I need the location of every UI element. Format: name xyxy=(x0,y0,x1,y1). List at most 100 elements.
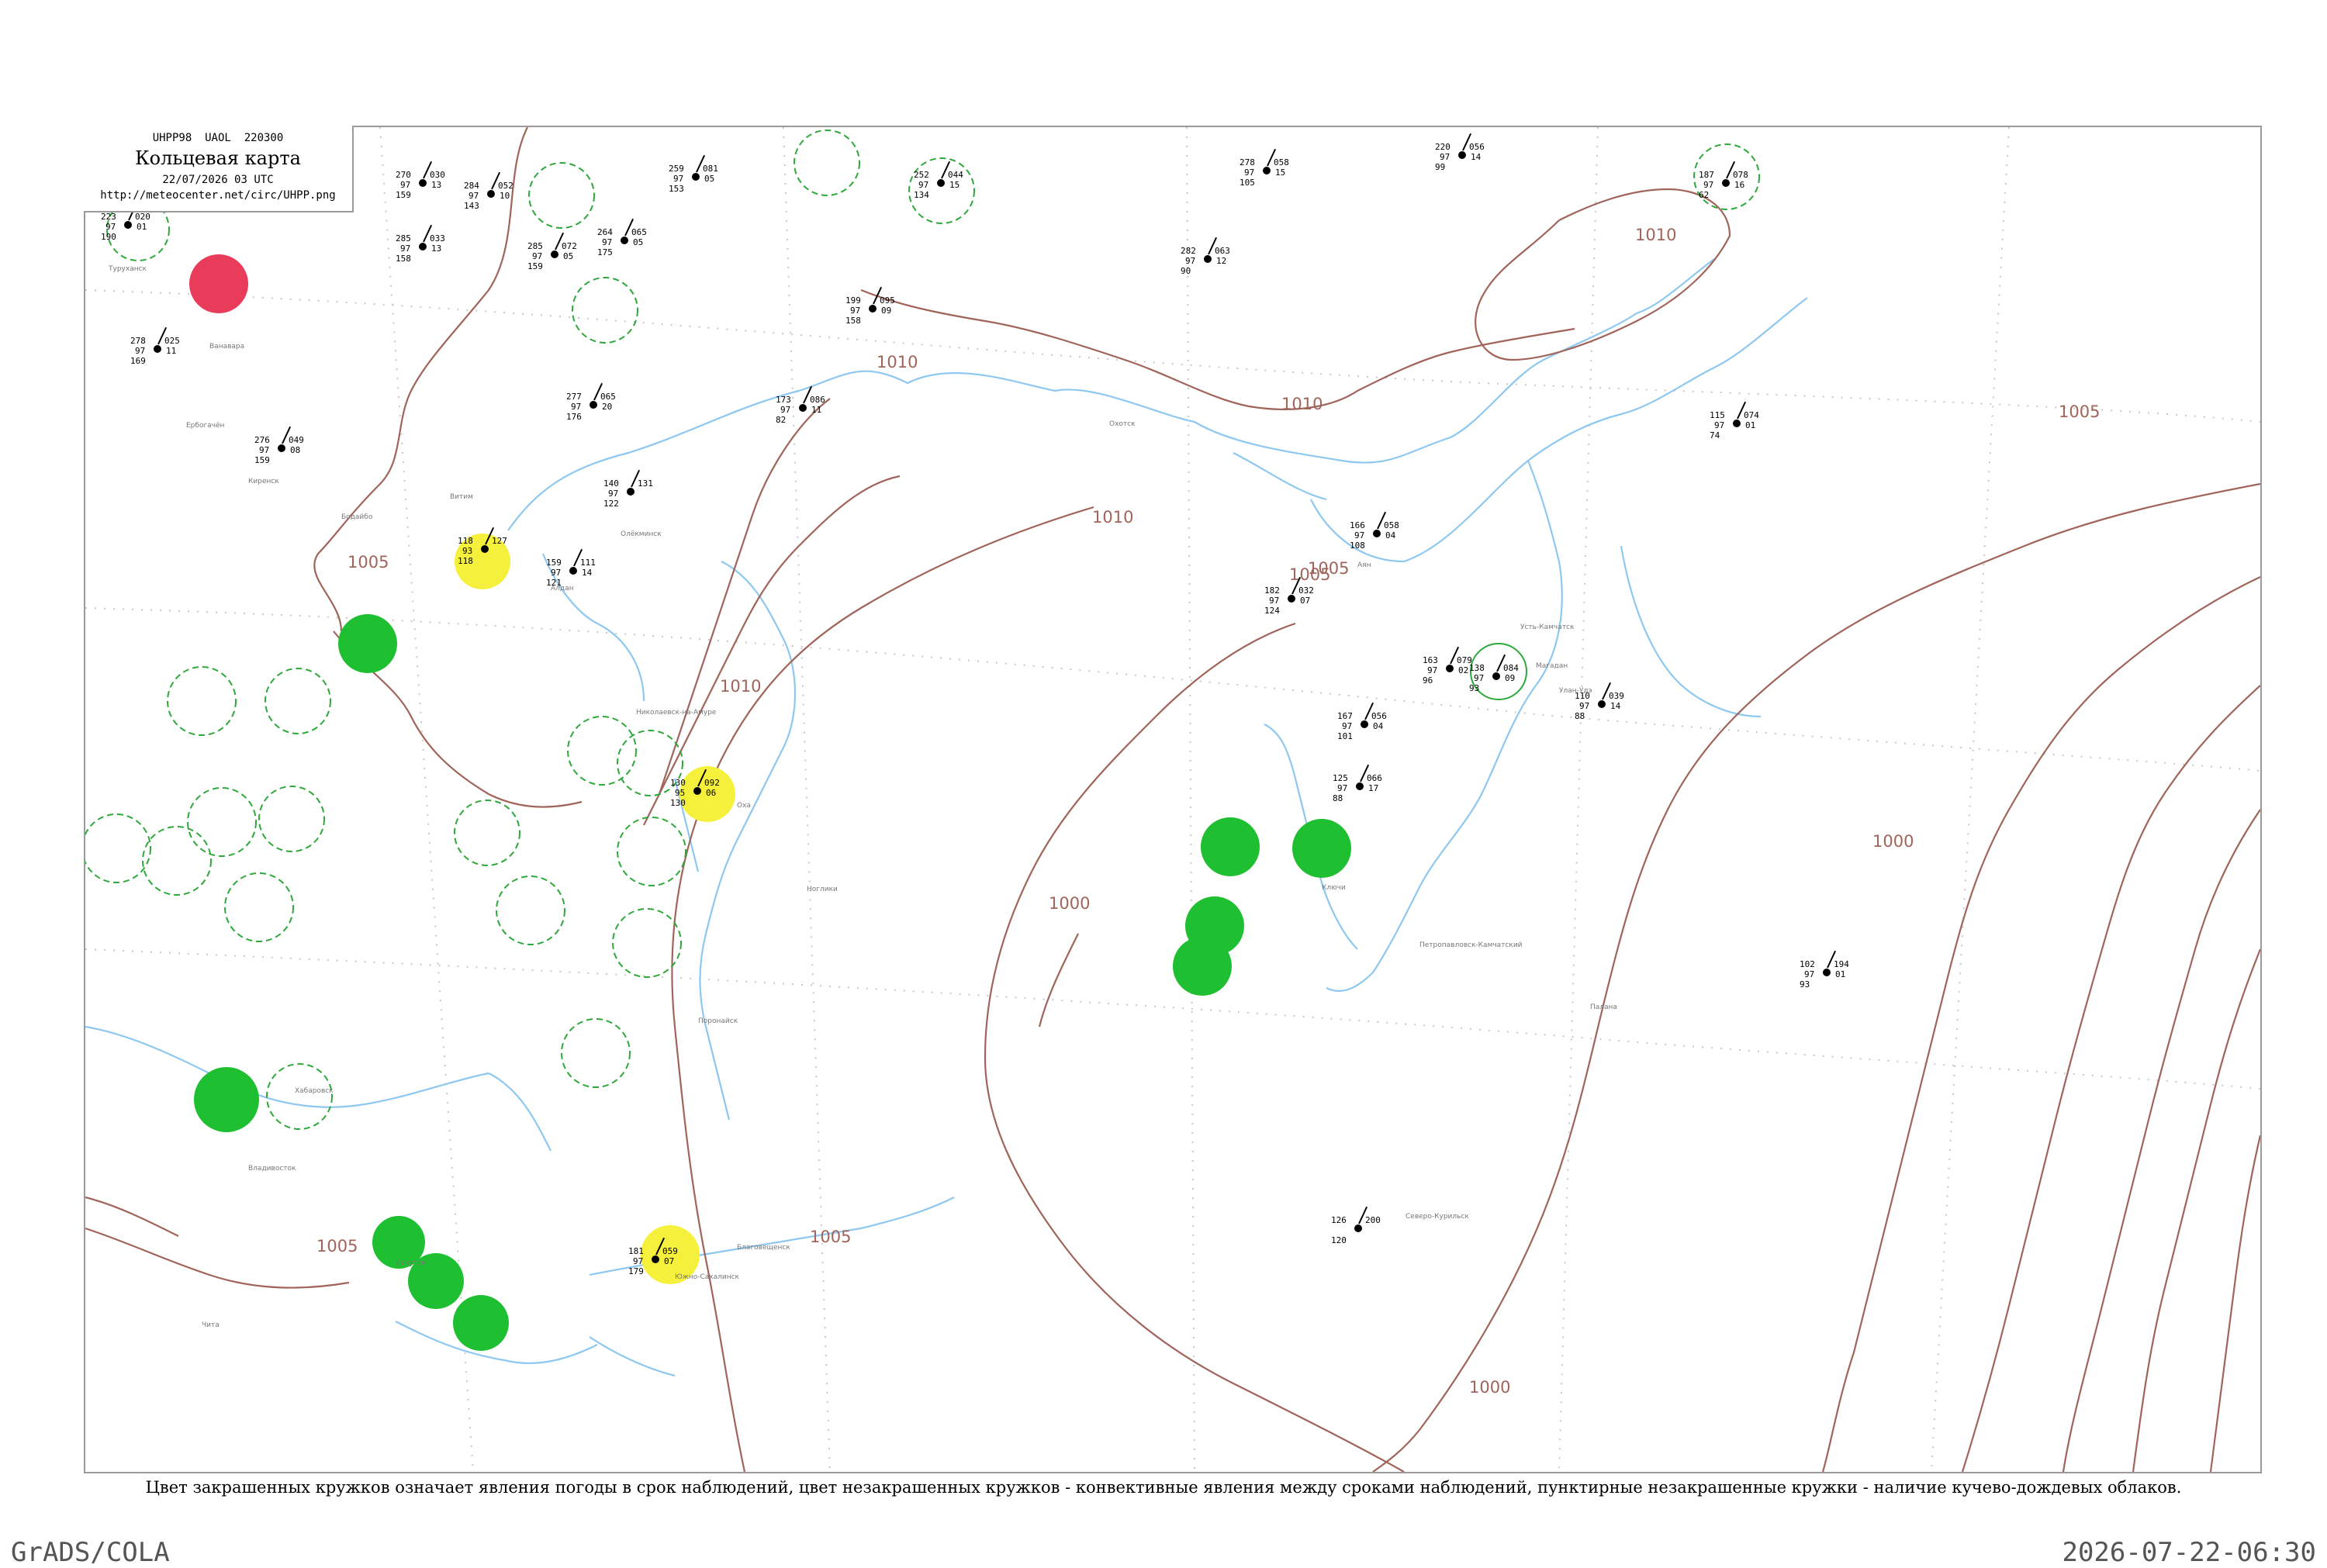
station-name-label: Улан-Удэ xyxy=(1559,687,1592,695)
station-name-label: Палана xyxy=(1590,1003,1617,1011)
station-temp: 285 xyxy=(527,241,543,251)
station-model: 278 058 97 105 15 xyxy=(1240,148,1309,205)
cloud-cover-icon xyxy=(1823,969,1831,976)
station-tendency: 14 xyxy=(1471,152,1482,162)
station-dewpoint: 93 xyxy=(1469,683,1480,693)
bulletin-code: UHPP98 UAOL 220300 xyxy=(152,132,284,144)
station-pressure: 059 xyxy=(662,1246,678,1256)
cloud-cover-icon xyxy=(419,179,427,187)
station-dewpoint: 175 xyxy=(597,247,613,257)
station-tendency: 20 xyxy=(602,402,613,412)
station-temp: 278 xyxy=(1240,157,1255,168)
station-pressure: 056 xyxy=(1371,711,1387,721)
station-dewpoint: 118 xyxy=(458,556,473,566)
station-temp: 220 xyxy=(1435,142,1450,152)
station-pressure: 020 xyxy=(135,212,150,222)
station-models-layer: 223 020 97 190 01 284 052 97 143 10 270 030 97 159 13 2… xyxy=(85,127,2260,1472)
station-temp: 187 xyxy=(1699,170,1714,180)
station-code: 97 xyxy=(532,251,543,261)
station-dewpoint: 99 xyxy=(1435,162,1446,172)
station-code: 97 xyxy=(105,222,116,232)
station-name-label: Ноглики xyxy=(807,886,838,893)
cloud-cover-icon xyxy=(487,190,495,198)
station-name-label: Южно-Сахалинск xyxy=(675,1273,739,1281)
cloud-cover-icon xyxy=(1722,179,1730,187)
cloud-cover-icon xyxy=(1361,720,1368,728)
map-url[interactable]: http://meteocenter.net/circ/UHPP.png xyxy=(84,189,352,202)
station-model: 282 063 97 90 12 xyxy=(1181,237,1250,293)
cloud-cover-icon xyxy=(1598,700,1606,708)
station-tendency: 07 xyxy=(1300,596,1311,606)
station-temp: 277 xyxy=(566,392,582,402)
map-date: 22/07/2026 03 UTC xyxy=(162,174,274,186)
station-model: 115 074 97 74 01 xyxy=(1710,401,1779,458)
station-name-label: Иркутск xyxy=(396,1259,426,1267)
cloud-cover-icon xyxy=(627,488,634,496)
station-dewpoint: 130 xyxy=(670,798,686,808)
station-model: 264 065 97 175 05 xyxy=(597,218,667,275)
station-model: 138 084 97 93 09 xyxy=(1469,654,1539,710)
station-pressure: 058 xyxy=(1274,157,1289,168)
station-temp: 115 xyxy=(1710,410,1725,420)
station-pressure: 025 xyxy=(164,336,180,346)
station-dewpoint: 159 xyxy=(527,261,543,271)
map-area: 1010 1010 1010 1010 1005 1005 1005 1005 … xyxy=(84,126,2262,1473)
station-name-label: Владивосток xyxy=(248,1165,296,1173)
station-pressure: 074 xyxy=(1744,410,1759,420)
station-tendency: 14 xyxy=(1610,701,1621,711)
station-tendency: 06 xyxy=(706,788,717,798)
station-model: 259 081 97 153 05 xyxy=(669,154,738,211)
map-header: UHPP98 UAOL 220300 Кольцевая карта 22/07… xyxy=(84,126,354,212)
station-pressure: 058 xyxy=(1384,520,1399,530)
station-dewpoint: 134 xyxy=(914,190,929,200)
station-code: 97 xyxy=(135,346,146,356)
station-code: 97 xyxy=(469,191,479,201)
station-name-label: Магадан xyxy=(1536,662,1568,670)
station-name-label: Ербогачён xyxy=(186,422,225,430)
station-temp: 140 xyxy=(603,478,619,489)
station-tendency: 17 xyxy=(1368,783,1379,793)
station-pressure: 063 xyxy=(1215,246,1230,256)
legend-caption: Цвет закрашенных кружков означает явлени… xyxy=(145,1478,2182,1497)
station-temp: 138 xyxy=(1469,663,1485,673)
station-model: 270 030 97 159 13 xyxy=(396,161,465,217)
cloud-cover-icon xyxy=(1446,665,1454,672)
station-code: 97 xyxy=(850,306,861,316)
station-temp: 270 xyxy=(396,170,411,180)
station-tendency: 05 xyxy=(704,174,715,184)
station-name-label: Олёкминск xyxy=(621,530,662,538)
station-dewpoint: 158 xyxy=(845,316,861,326)
station-name-label: Оха xyxy=(737,802,751,810)
station-tendency: 01 xyxy=(1745,420,1756,430)
station-pressure: 072 xyxy=(562,241,577,251)
station-temp: 284 xyxy=(464,181,479,191)
station-code: 97 xyxy=(1244,168,1255,178)
cloud-cover-icon xyxy=(693,787,701,795)
station-code: 97 xyxy=(1579,701,1590,711)
station-model: 199 095 97 158 09 xyxy=(845,286,915,343)
station-name-label: Чита xyxy=(202,1321,220,1329)
station-pressure: 084 xyxy=(1503,663,1519,673)
station-tendency: 05 xyxy=(563,251,574,261)
station-name-label: Усть-Камчатск xyxy=(1520,623,1575,631)
station-model: 126 200 120 xyxy=(1331,1206,1401,1262)
station-pressure: 052 xyxy=(498,181,513,191)
station-model: 277 065 97 176 20 xyxy=(566,382,636,439)
station-temp: 130 xyxy=(670,778,686,788)
station-tendency: 09 xyxy=(881,306,892,316)
station-tendency: 10 xyxy=(500,191,510,201)
cloud-cover-icon xyxy=(590,401,597,409)
station-name-label: Киренск xyxy=(248,478,279,485)
station-model: 182 032 97 124 07 xyxy=(1264,576,1334,633)
station-tendency: 13 xyxy=(431,180,442,190)
cloud-cover-icon xyxy=(1204,255,1212,263)
station-code: 97 xyxy=(608,489,619,499)
station-dewpoint: 90 xyxy=(1181,266,1191,276)
station-temp: 173 xyxy=(776,395,791,405)
station-model: 173 086 97 82 11 xyxy=(776,385,845,442)
station-code: 97 xyxy=(673,174,684,184)
station-model: 223 020 97 190 01 xyxy=(101,202,171,259)
station-model: 181 059 97 179 07 xyxy=(628,1237,698,1293)
station-temp: 181 xyxy=(628,1246,644,1256)
station-code: 97 xyxy=(571,402,582,412)
